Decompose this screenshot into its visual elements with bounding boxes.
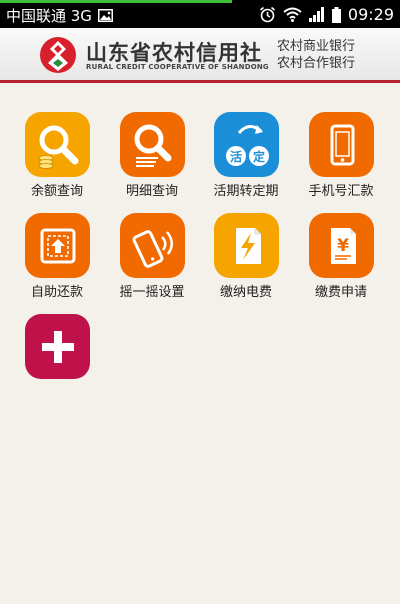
self-repay-icon <box>25 213 90 278</box>
menu-item-label: 明细查询 <box>125 184 178 199</box>
clock-time: 09:29 <box>347 5 394 24</box>
add-menu-item-button[interactable] <box>10 314 104 414</box>
payment-apply-icon: ¥ <box>309 213 374 278</box>
carrier-label: 中国联通 3G <box>6 7 92 25</box>
menu-item-payment-apply[interactable]: ¥ 缴费申请 <box>294 213 388 313</box>
plus-icon <box>25 314 90 379</box>
menu-item-label: 活期转定期 <box>213 184 279 199</box>
svg-text:活: 活 <box>229 149 241 164</box>
mobile-remit-icon <box>309 112 374 177</box>
image-icon <box>97 9 113 22</box>
menu-item-current-to-fixed[interactable]: 活 定 活期转定期 <box>199 112 293 212</box>
electricity-icon <box>214 213 279 278</box>
balance-inquiry-icon <box>25 112 90 177</box>
bank-subtitles: 农村商业银行 农村合作银行 <box>277 38 355 72</box>
menu-item-shake-settings[interactable]: 摇一摇设置 <box>105 213 199 313</box>
menu-item-label: 摇一摇设置 <box>119 285 185 300</box>
detail-inquiry-icon <box>120 112 185 177</box>
download-progress-bar <box>0 0 232 3</box>
status-bar: 中国联通 3G 09:29 <box>0 0 400 28</box>
menu-item-mobile-remit[interactable]: 手机号汇款 <box>294 112 388 212</box>
menu-item-balance-inquiry[interactable]: 余额查询 <box>10 112 104 212</box>
menu-item-electricity[interactable]: 缴纳电费 <box>199 213 293 313</box>
signal-icon <box>308 7 325 22</box>
battery-icon <box>331 6 341 23</box>
bank-header: 山东省农村信用社 RURAL CREDIT COOPERATIVE OF SHA… <box>0 28 400 83</box>
menu-item-self-repay[interactable]: 自助还款 <box>10 213 104 313</box>
subtitle-line-1: 农村商业银行 <box>277 39 356 54</box>
menu-item-label: 余额查询 <box>30 184 83 199</box>
shake-settings-icon <box>120 213 185 278</box>
alarm-icon <box>259 6 276 23</box>
menu-item-label: 缴纳电费 <box>219 285 272 300</box>
svg-text:¥: ¥ <box>337 236 349 256</box>
menu-item-detail-inquiry[interactable]: 明细查询 <box>105 112 199 212</box>
current-to-fixed-icon: 活 定 <box>214 112 279 177</box>
menu-item-label: 缴费申请 <box>314 285 367 300</box>
bank-name-english: RURAL CREDIT COOPERATIVE OF SHANDONG <box>86 63 269 71</box>
svg-text:定: 定 <box>252 149 264 164</box>
subtitle-line-2: 农村合作银行 <box>277 56 356 71</box>
bank-logo <box>38 35 78 79</box>
menu-item-label: 自助还款 <box>30 285 83 300</box>
wifi-icon <box>283 7 302 22</box>
menu-item-label: 手机号汇款 <box>308 184 374 199</box>
